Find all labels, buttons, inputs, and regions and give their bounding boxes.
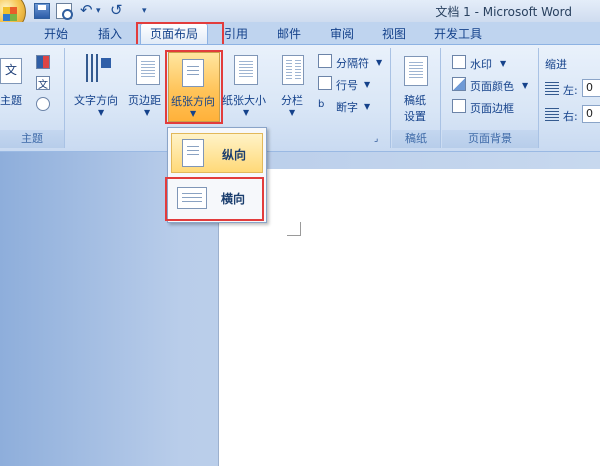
- hyphenation-label[interactable]: 断字: [336, 99, 358, 115]
- indent-left-value: 0: [586, 81, 593, 94]
- line-numbers-label[interactable]: 行号: [336, 77, 358, 93]
- portrait-label: 纵向: [222, 148, 247, 162]
- size-icon[interactable]: [234, 55, 258, 85]
- hyphenation-icon[interactable]: b: [318, 99, 324, 110]
- theme-colors-icon[interactable]: [36, 55, 50, 69]
- indent-right-label: 右:: [563, 110, 578, 123]
- margins-icon[interactable]: [136, 55, 160, 85]
- undo-icon[interactable]: ↶: [80, 1, 93, 19]
- group-separator: [538, 48, 539, 148]
- orientation-highlight-box: [165, 50, 223, 124]
- title-bar: ↶ ▾ ↺ ▾ 文档 1 - Microsoft Word: [0, 0, 600, 32]
- line-numbers-icon[interactable]: [318, 76, 332, 90]
- page-color-label[interactable]: 页面颜色: [470, 78, 514, 94]
- columns-caret[interactable]: ▼: [289, 108, 295, 117]
- text-direction-icon[interactable]: [86, 54, 114, 84]
- columns-label[interactable]: 分栏: [281, 92, 303, 108]
- line-numbers-caret[interactable]: ▼: [364, 80, 370, 89]
- page-setup-launcher-icon[interactable]: ⌟: [374, 134, 378, 144]
- watermark-label[interactable]: 水印: [470, 56, 492, 72]
- tab-references[interactable]: 引用: [220, 25, 252, 43]
- orientation-option-portrait[interactable]: 纵向: [171, 133, 263, 173]
- group-separator: [390, 48, 391, 148]
- theme-fonts-icon[interactable]: 文: [36, 76, 50, 91]
- redo-icon[interactable]: ↺: [110, 1, 123, 19]
- tab-insert[interactable]: 插入: [94, 25, 126, 43]
- hyphenation-caret[interactable]: ▼: [364, 102, 370, 111]
- group-label-page-background: 页面背景: [442, 130, 538, 148]
- document-page[interactable]: [218, 169, 600, 466]
- page-borders-icon[interactable]: [452, 99, 466, 113]
- breaks-caret[interactable]: ▼: [376, 58, 382, 67]
- draft-paper-icon[interactable]: [404, 56, 428, 86]
- indent-left-icon: [545, 82, 559, 96]
- draft-setup-label-1[interactable]: 稿纸: [404, 92, 426, 108]
- tab-review[interactable]: 审阅: [326, 25, 358, 43]
- size-caret[interactable]: ▼: [243, 108, 249, 117]
- undo-dropdown-icon[interactable]: ▾: [96, 6, 101, 16]
- tab-developer[interactable]: 开发工具: [430, 25, 486, 43]
- page-corner-mark: [287, 222, 301, 236]
- watermark-caret[interactable]: ▼: [500, 59, 506, 68]
- page-borders-label[interactable]: 页面边框: [470, 100, 514, 116]
- portrait-icon: [182, 139, 204, 167]
- draft-setup-label-2[interactable]: 设置: [404, 108, 426, 124]
- indent-right-icon: [545, 108, 559, 122]
- group-separator: [440, 48, 441, 148]
- page-color-icon[interactable]: [452, 77, 466, 91]
- breaks-icon[interactable]: [318, 54, 332, 68]
- landscape-highlight-box: [165, 177, 264, 221]
- tab-view[interactable]: 视图: [378, 25, 410, 43]
- tab-mailings[interactable]: 邮件: [273, 25, 305, 43]
- text-direction-label[interactable]: 文字方向: [74, 92, 118, 108]
- themes-button-label[interactable]: 主题: [0, 92, 22, 108]
- indent-right-value: 0: [586, 107, 593, 120]
- indent-right-input[interactable]: 0: [582, 105, 600, 123]
- themes-icon[interactable]: 文: [0, 58, 22, 84]
- theme-fonts-glyph: 文: [38, 80, 48, 91]
- theme-effects-icon[interactable]: [36, 97, 50, 111]
- themes-glyph: 文: [5, 63, 18, 77]
- group-separator: [64, 48, 65, 148]
- size-label[interactable]: 纸张大小: [222, 92, 266, 108]
- text-direction-caret[interactable]: ▼: [98, 108, 104, 117]
- save-icon[interactable]: [34, 3, 50, 19]
- page-color-caret[interactable]: ▼: [522, 81, 528, 90]
- watermark-icon[interactable]: [452, 55, 466, 69]
- customize-qat-icon[interactable]: ▾: [142, 6, 147, 16]
- indent-title: 缩进: [545, 58, 567, 71]
- group-label-draft: 稿纸: [392, 130, 440, 148]
- print-preview-icon[interactable]: [56, 3, 73, 20]
- indent-left-label: 左:: [563, 84, 578, 97]
- columns-icon[interactable]: [282, 55, 304, 85]
- margins-caret[interactable]: ▼: [144, 108, 150, 117]
- indent-left-input[interactable]: 0: [582, 79, 600, 97]
- breaks-label[interactable]: 分隔符: [336, 55, 369, 71]
- margins-label[interactable]: 页边距: [128, 92, 161, 108]
- tab-home[interactable]: 开始: [40, 25, 72, 43]
- window-title: 文档 1 - Microsoft Word: [435, 5, 572, 19]
- group-label-theme: 主题: [0, 130, 64, 148]
- office-logo-icon: [3, 7, 17, 21]
